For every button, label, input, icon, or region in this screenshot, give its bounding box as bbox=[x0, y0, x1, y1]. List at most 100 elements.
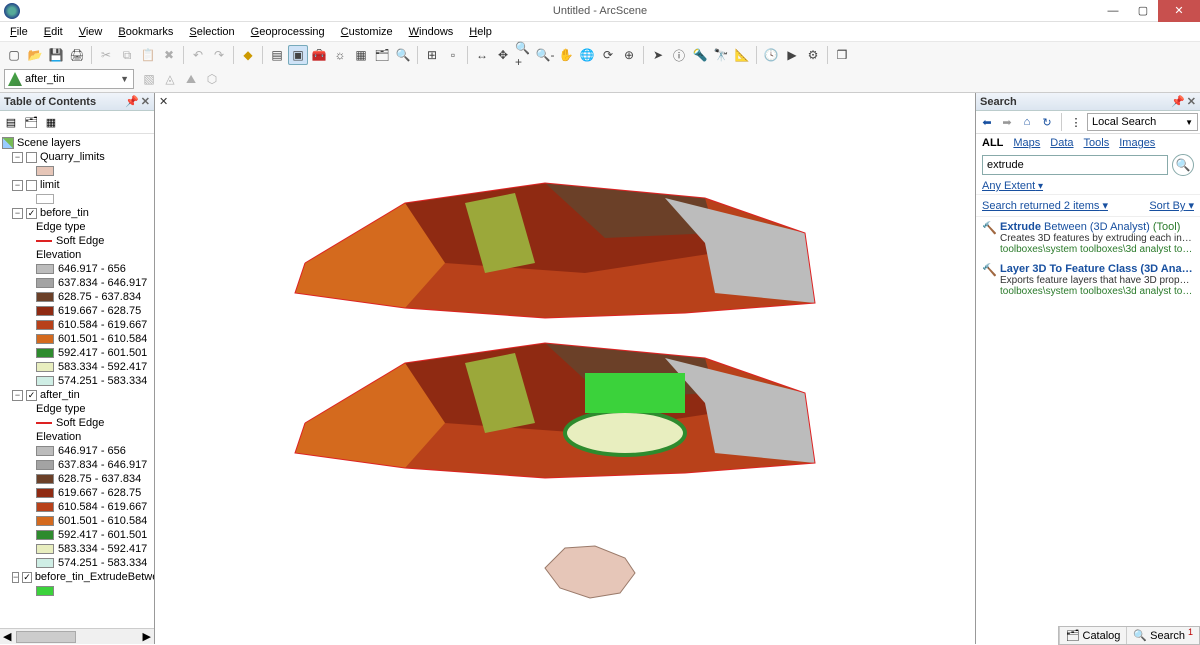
list-by-drawing-icon[interactable]: ▤ bbox=[2, 113, 20, 131]
menu-view[interactable]: View bbox=[71, 24, 111, 40]
search-result[interactable]: 🔨Layer 3D To Feature Class (3D Analyst… … bbox=[976, 259, 1200, 301]
refresh-icon[interactable]: ↻ bbox=[1038, 113, 1056, 131]
delete-icon[interactable]: ✖ bbox=[159, 45, 179, 65]
layer-combo[interactable]: after_tin ▼ bbox=[4, 69, 134, 89]
full-extent-icon[interactable]: 🌐 bbox=[577, 45, 597, 65]
viewport-close-icon[interactable]: ✕ bbox=[159, 95, 168, 108]
back-icon[interactable]: ⬅ bbox=[978, 113, 996, 131]
layer-checkbox[interactable]: ✓ bbox=[22, 572, 32, 583]
zoomin-icon[interactable]: 🔍+ bbox=[514, 45, 534, 65]
forward-icon[interactable]: ➡ bbox=[998, 113, 1016, 131]
binoculars-icon[interactable]: 🔭 bbox=[711, 45, 731, 65]
menu-customize[interactable]: Customize bbox=[333, 24, 401, 40]
animation-icon[interactable]: ▶ bbox=[782, 45, 802, 65]
tin-tool-1-icon[interactable]: ▧ bbox=[139, 69, 159, 89]
find-icon[interactable]: 🔦 bbox=[690, 45, 710, 65]
expand-toggle[interactable]: − bbox=[12, 572, 19, 583]
filter-all[interactable]: ALL bbox=[982, 137, 1003, 149]
layer-after-tin[interactable]: after_tin bbox=[40, 389, 80, 401]
tab-catalog[interactable]: 🗂 Catalog bbox=[1059, 627, 1127, 644]
expand-toggle[interactable]: − bbox=[12, 390, 23, 401]
panel-close-icon[interactable]: ✕ bbox=[141, 95, 150, 108]
result-title[interactable]: Layer 3D To Feature Class (3D Analyst… bbox=[1000, 263, 1194, 275]
layer-checkbox[interactable]: ✓ bbox=[26, 390, 37, 401]
menu-windows[interactable]: Windows bbox=[401, 24, 462, 40]
layer-checkbox[interactable] bbox=[26, 180, 37, 191]
pin-icon[interactable]: 📌 bbox=[125, 95, 139, 108]
menu-geoprocessing[interactable]: Geoprocessing bbox=[243, 24, 333, 40]
layer-icon[interactable]: ▦ bbox=[351, 45, 371, 65]
home-icon[interactable]: ⌂ bbox=[1018, 113, 1036, 131]
window-icon[interactable]: ▣ bbox=[288, 45, 308, 65]
pan-icon[interactable]: ✋ bbox=[556, 45, 576, 65]
minimize-button[interactable]: — bbox=[1098, 0, 1128, 22]
tab-search[interactable]: 🔍 Search1 bbox=[1126, 627, 1199, 644]
toolbox-icon[interactable]: 🧰 bbox=[309, 45, 329, 65]
panel-close-icon[interactable]: ✕ bbox=[1187, 95, 1196, 108]
cut-icon[interactable]: ✂ bbox=[96, 45, 116, 65]
layer-before-tin[interactable]: before_tin bbox=[40, 207, 89, 219]
sort-by[interactable]: Sort By ▾ bbox=[1149, 199, 1194, 212]
toc-icon[interactable]: ▤ bbox=[267, 45, 287, 65]
add-data-icon[interactable]: ◆ bbox=[238, 45, 258, 65]
print-icon[interactable]: 🖨 bbox=[67, 45, 87, 65]
new-icon[interactable]: ▢ bbox=[4, 45, 24, 65]
undo-icon[interactable]: ↶ bbox=[188, 45, 208, 65]
search-go-button[interactable]: 🔍 bbox=[1172, 154, 1194, 176]
time-icon[interactable]: 🕓 bbox=[761, 45, 781, 65]
menu-selection[interactable]: Selection bbox=[181, 24, 242, 40]
options-icon[interactable]: ⋮ bbox=[1067, 113, 1085, 131]
identify-icon[interactable]: ⓘ bbox=[669, 45, 689, 65]
cube-icon[interactable]: ❒ bbox=[832, 45, 852, 65]
layer-extrude[interactable]: before_tin_ExtrudeBetweenqu bbox=[35, 571, 154, 583]
layer-limit[interactable]: limit bbox=[40, 179, 60, 191]
copy-icon[interactable]: ⧉ bbox=[117, 45, 137, 65]
menu-help[interactable]: Help bbox=[461, 24, 500, 40]
navigate-icon[interactable]: ↔ bbox=[472, 45, 492, 65]
close-button[interactable]: ✕ bbox=[1158, 0, 1200, 22]
fly-icon[interactable]: ✥ bbox=[493, 45, 513, 65]
settings-icon[interactable]: ⚙ bbox=[803, 45, 823, 65]
search-icon[interactable]: 🔍 bbox=[393, 45, 413, 65]
catalog-icon[interactable]: 🗂 bbox=[372, 45, 392, 65]
search-scope-combo[interactable]: Local Search ▼ bbox=[1087, 113, 1198, 131]
paste-icon[interactable]: 📋 bbox=[138, 45, 158, 65]
list-by-source-icon[interactable]: 🗂 bbox=[22, 113, 40, 131]
measure-icon[interactable]: 📐 bbox=[732, 45, 752, 65]
layer-quarry[interactable]: Quarry_limits bbox=[40, 151, 105, 163]
extent-link[interactable]: Any Extent ▾ bbox=[976, 178, 1200, 194]
results-count[interactable]: Search returned 2 items ▾ bbox=[982, 199, 1108, 212]
toc-scrollbar[interactable]: ◀▶ bbox=[0, 628, 154, 644]
search-result[interactable]: 🔨Extrude Between (3D Analyst) (Tool)Crea… bbox=[976, 217, 1200, 259]
zoomout-icon[interactable]: 🔍- bbox=[535, 45, 555, 65]
expand-toggle[interactable]: − bbox=[12, 208, 23, 219]
filter-maps[interactable]: Maps bbox=[1013, 137, 1040, 149]
expand-toggle[interactable]: − bbox=[12, 152, 23, 163]
toc-tree[interactable]: Scene layers −Quarry_limits −limit −✓bef… bbox=[0, 134, 154, 628]
menu-edit[interactable]: Edit bbox=[36, 24, 71, 40]
filter-tools[interactable]: Tools bbox=[1084, 137, 1110, 149]
tin-tool-2-icon[interactable]: ◬ bbox=[160, 69, 180, 89]
filter-data[interactable]: Data bbox=[1050, 137, 1073, 149]
layer-checkbox[interactable] bbox=[26, 152, 37, 163]
scene-viewport[interactable]: ✕ bbox=[155, 93, 975, 644]
center-icon[interactable]: ⊕ bbox=[619, 45, 639, 65]
builder-icon[interactable]: ⊞ bbox=[422, 45, 442, 65]
subwindow-icon[interactable]: ▫ bbox=[443, 45, 463, 65]
pointer-icon[interactable]: ➤ bbox=[648, 45, 668, 65]
orbit-icon[interactable]: ⟳ bbox=[598, 45, 618, 65]
sun-icon[interactable]: ☼ bbox=[330, 45, 350, 65]
search-input[interactable] bbox=[982, 155, 1168, 175]
menu-file[interactable]: File bbox=[2, 24, 36, 40]
layer-checkbox[interactable]: ✓ bbox=[26, 208, 37, 219]
list-by-type-icon[interactable]: ▦ bbox=[42, 113, 60, 131]
result-title[interactable]: Extrude Between (3D Analyst) (Tool) bbox=[1000, 221, 1194, 233]
menu-bookmarks[interactable]: Bookmarks bbox=[110, 24, 181, 40]
tin-tool-4-icon[interactable]: ⬡ bbox=[202, 69, 222, 89]
save-icon[interactable]: 💾 bbox=[46, 45, 66, 65]
open-icon[interactable]: 📂 bbox=[25, 45, 45, 65]
pin-icon[interactable]: 📌 bbox=[1171, 95, 1185, 108]
filter-images[interactable]: Images bbox=[1119, 137, 1155, 149]
redo-icon[interactable]: ↷ bbox=[209, 45, 229, 65]
tin-tool-3-icon[interactable]: ⛰ bbox=[181, 69, 201, 89]
